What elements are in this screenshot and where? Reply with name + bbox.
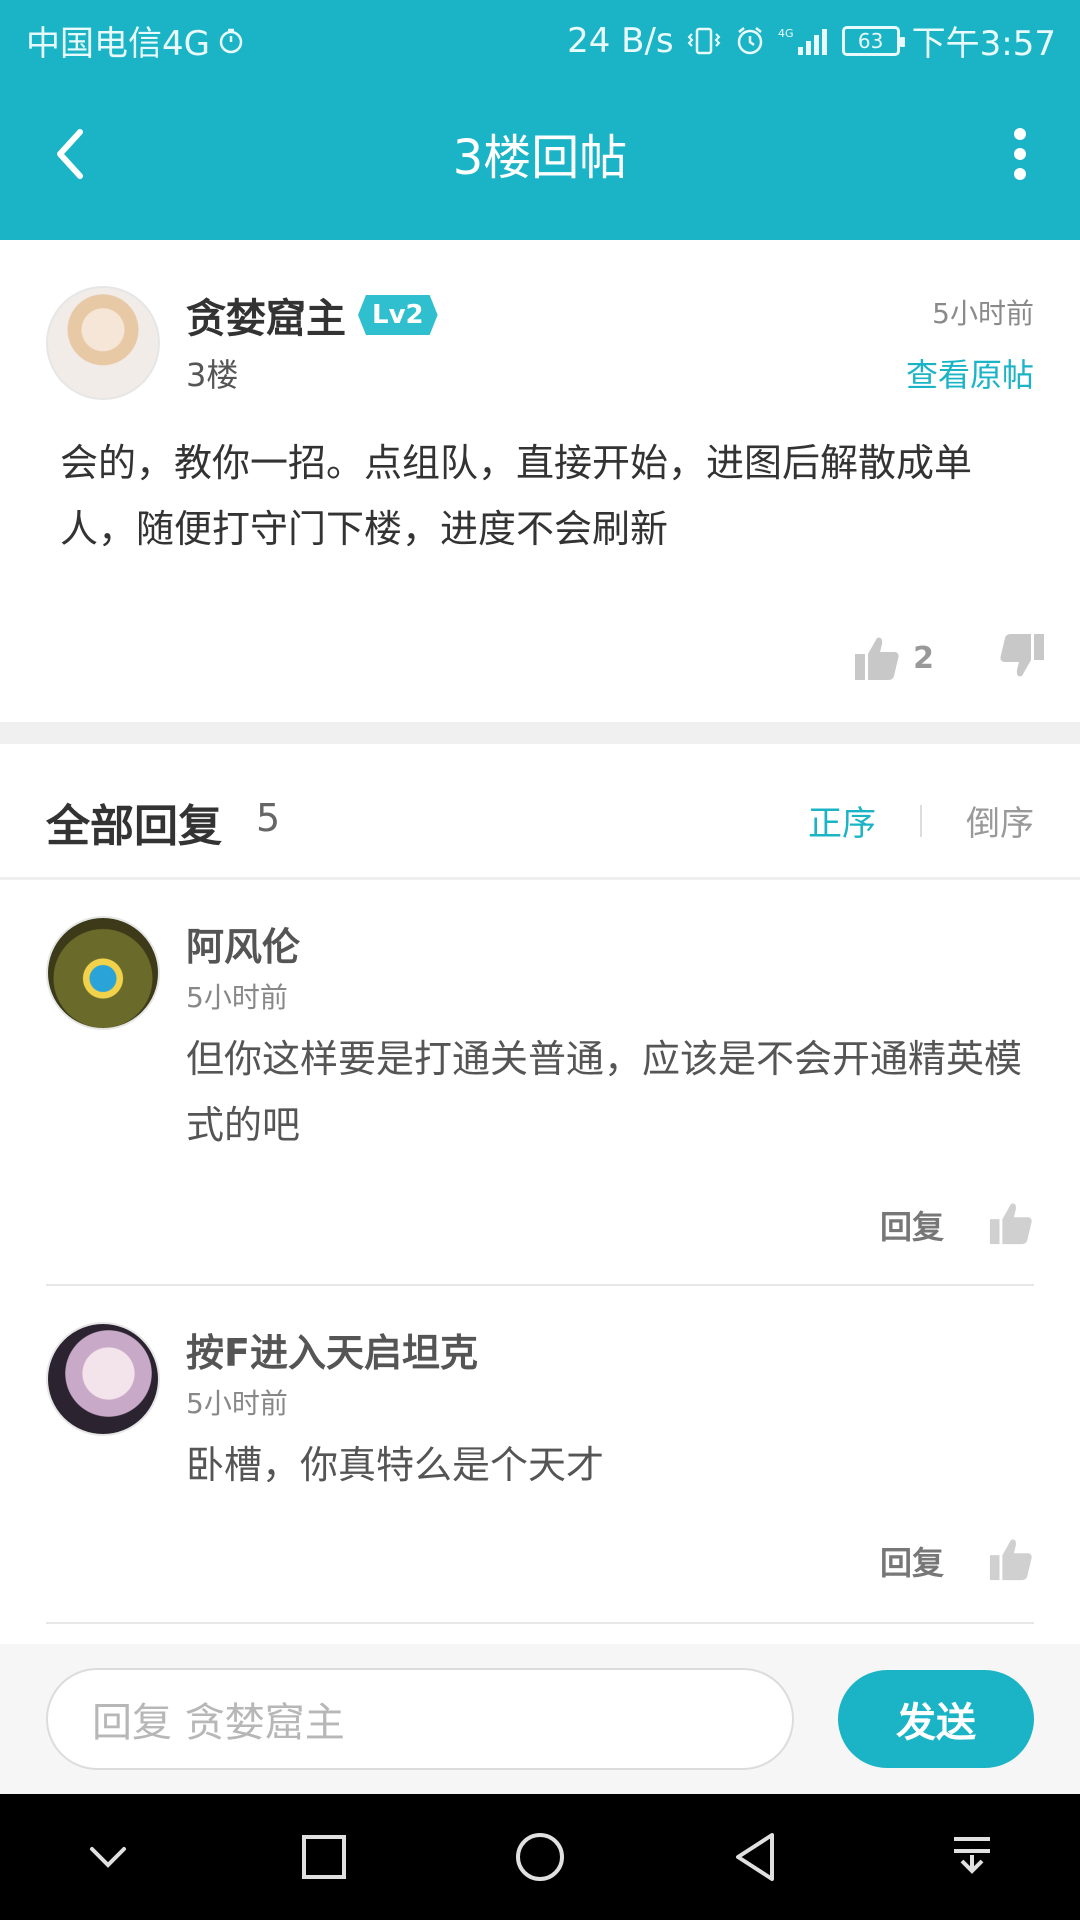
alarm-icon — [734, 25, 766, 57]
like-count: 2 — [913, 640, 934, 676]
view-original-link[interactable]: 查看原帖 — [906, 350, 1034, 396]
thumbs-up-icon — [855, 637, 899, 680]
clock-label: 下午3:57 — [911, 24, 1056, 64]
reply-time: 5小时前 — [186, 1387, 288, 1420]
thumbs-up-icon — [989, 1539, 1032, 1581]
avatar[interactable] — [46, 286, 160, 400]
home-button[interactable] — [500, 1817, 580, 1897]
nav-bar: 3楼回帖 — [0, 74, 1080, 240]
author-name[interactable]: 贪婪窟主 — [186, 286, 346, 344]
sort-divider — [920, 804, 922, 837]
net-speed-label: 24 B/s — [567, 20, 674, 61]
level-badge: Lv2 — [358, 295, 438, 335]
avatar[interactable] — [46, 1322, 160, 1436]
post-time: 5小时前 — [932, 297, 1034, 330]
battery-icon: 63 — [841, 25, 905, 56]
circle-icon — [516, 1833, 564, 1881]
more-button[interactable] — [990, 122, 1050, 186]
reply-input-bar: 回复 贪婪窟主 发送 — [0, 1644, 1080, 1794]
list-item: 按F进入天启坦克 5小时前 卧槽，你真特么是个天才 回复 — [0, 1286, 1080, 1624]
vibrate-icon — [686, 26, 722, 56]
chevron-down-icon — [90, 1847, 126, 1868]
avatar[interactable] — [46, 916, 160, 1030]
app-header: 中国电信4G 24 B/s 4G 63 下午3:57 3楼回帖 — [0, 0, 1080, 240]
reply-author[interactable]: 按F进入天启坦克 — [186, 1322, 478, 1377]
timer-icon — [218, 28, 244, 54]
pull-down-icon — [954, 1837, 990, 1874]
dislike-button[interactable] — [998, 632, 1046, 684]
more-vertical-icon — [1014, 128, 1026, 180]
recents-button[interactable] — [284, 1817, 364, 1897]
reply-button[interactable]: 回复 — [880, 1538, 944, 1584]
status-bar: 中国电信4G 24 B/s 4G 63 下午3:57 — [0, 0, 1080, 74]
system-nav-bar — [0, 1794, 1080, 1920]
reply-author[interactable]: 阿风伦 — [186, 916, 300, 971]
reply-input[interactable]: 回复 贪婪窟主 — [46, 1668, 794, 1770]
hide-nav-button[interactable] — [68, 1817, 148, 1897]
thumbs-up-icon — [989, 1203, 1032, 1245]
thumbs-down-icon — [1000, 634, 1044, 677]
page-title: 3楼回帖 — [452, 130, 628, 186]
list-item: 阿风伦 5小时前 但你这样要是打通关普通，应该是不会开通精英模式的吧 回复 — [0, 880, 1080, 1286]
triangle-back-icon — [736, 1833, 774, 1881]
network-type-label: 4G — [778, 27, 794, 40]
notification-pull-button[interactable] — [932, 1817, 1012, 1897]
replies-count: 5 — [256, 796, 281, 840]
reply-button[interactable]: 回复 — [880, 1202, 944, 1248]
signal-icon: 4G — [778, 25, 830, 57]
sort-toggle: 正序 倒序 — [808, 796, 1034, 845]
post-content: 会的，教你一招。点组队，直接开始，进图后解散成单人，随便打守门下楼，进度不会刷新 — [60, 441, 973, 551]
back-system-button[interactable] — [716, 1817, 796, 1897]
sort-desc-button[interactable]: 倒序 — [966, 796, 1034, 845]
floor-label: 3楼 — [186, 356, 239, 394]
replies-title: 全部回复 — [46, 801, 222, 852]
replies-header: 全部回复 5 正序 倒序 — [0, 744, 1080, 880]
reply-time: 5小时前 — [186, 981, 288, 1014]
post-card: 贪婪窟主 Lv2 3楼 5小时前 查看原帖 会的，教你一招。点组队，直接开始，进… — [0, 240, 1080, 722]
square-icon — [302, 1835, 346, 1879]
section-divider — [0, 722, 1080, 744]
like-button[interactable] — [988, 1536, 1034, 1586]
like-button[interactable] — [988, 1200, 1034, 1250]
reply-content: 但你这样要是打通关普通，应该是不会开通精英模式的吧 — [186, 1037, 1023, 1147]
like-button[interactable]: 2 — [853, 634, 934, 682]
send-button[interactable]: 发送 — [838, 1670, 1034, 1768]
carrier-label: 中国电信4G — [26, 24, 210, 64]
sort-asc-button[interactable]: 正序 — [808, 796, 876, 845]
reply-separator — [46, 1622, 1034, 1624]
reply-content: 卧槽，你真特么是个天才 — [186, 1443, 605, 1487]
